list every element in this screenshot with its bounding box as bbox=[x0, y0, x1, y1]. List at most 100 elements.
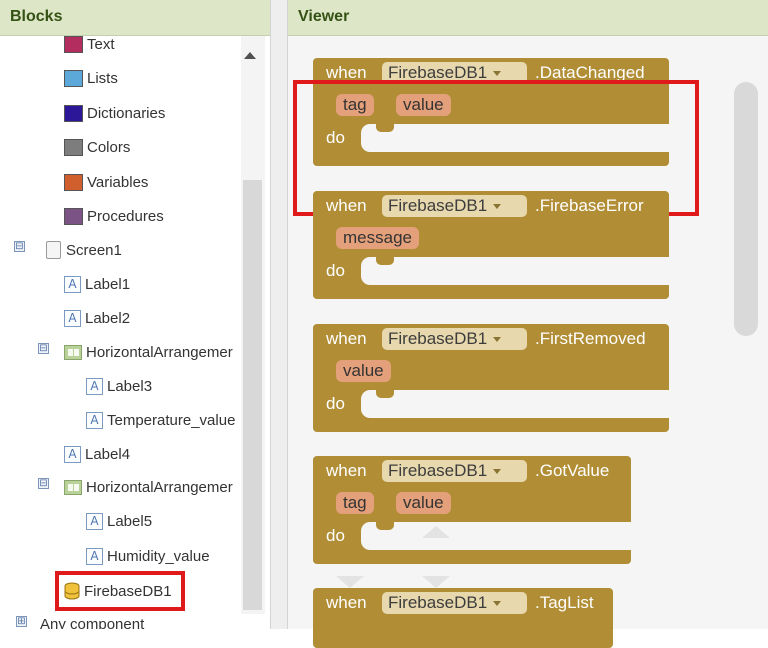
horizontal-arrangement-icon bbox=[64, 479, 82, 495]
blocks-workspace[interactable]: when FirebaseDB1 .DataChanged tag value … bbox=[288, 36, 768, 648]
procedures-color-swatch-icon bbox=[64, 207, 83, 225]
event-name: .GotValue bbox=[535, 461, 610, 480]
when-keyword: when bbox=[326, 593, 367, 612]
tree-item-label: Label5 bbox=[107, 512, 153, 530]
drawer-label: Text bbox=[87, 36, 115, 53]
tree-item-label: Label2 bbox=[85, 309, 131, 327]
drawer-variables[interactable]: Variables bbox=[64, 167, 148, 197]
component-name: FirebaseDB1 bbox=[388, 461, 488, 480]
blocks-scrollbar-thumb[interactable] bbox=[243, 180, 262, 610]
tree-item-label: Screen1 bbox=[66, 241, 122, 259]
tree-item-label: Label3 bbox=[107, 377, 153, 395]
dropdown-arrow-icon bbox=[493, 71, 502, 77]
workspace-nav-left-down-icon[interactable] bbox=[336, 576, 364, 588]
drawer-colors[interactable]: Colors bbox=[64, 132, 130, 162]
drawer-dictionaries[interactable]: Dictionaries bbox=[64, 98, 165, 128]
do-keyword: do bbox=[326, 261, 345, 280]
collapse-screen1-toggle[interactable]: ⊟ bbox=[14, 241, 25, 252]
event-name: .TagList bbox=[535, 593, 594, 612]
tree-item-temperature-value[interactable]: A Temperature_value bbox=[86, 405, 235, 435]
component-name: FirebaseDB1 bbox=[388, 329, 488, 348]
tree-item-label1[interactable]: A Label1 bbox=[64, 269, 130, 299]
event-name: .FirebaseError bbox=[535, 196, 644, 215]
tree-item-label4[interactable]: A Label4 bbox=[64, 439, 130, 469]
tree-item-label: Any component bbox=[40, 615, 145, 630]
component-dropdown[interactable]: FirebaseDB1 bbox=[382, 460, 527, 482]
drawer-text[interactable]: Text bbox=[64, 36, 115, 59]
do-statement-slot[interactable] bbox=[361, 257, 669, 285]
firstremoved-event-block[interactable]: when FirebaseDB1 .FirstRemoved value do bbox=[313, 324, 669, 432]
tree-item-horizontal-arrangement1[interactable]: HorizontalArrangemer bbox=[64, 337, 233, 367]
firebasedb1-highlight-box bbox=[55, 571, 185, 611]
workspace-nav-up-icon[interactable] bbox=[422, 526, 450, 538]
tree-item-screen1[interactable]: Screen1 bbox=[46, 235, 122, 265]
component-name: FirebaseDB1 bbox=[388, 196, 488, 215]
lists-color-swatch-icon bbox=[64, 69, 83, 87]
blocks-panel-title: Blocks bbox=[0, 0, 270, 36]
drawer-label: Colors bbox=[87, 138, 131, 156]
viewer-panel-title: Viewer bbox=[288, 0, 768, 36]
colors-color-swatch-icon bbox=[64, 138, 83, 156]
tree-item-label: HorizontalArrangemer bbox=[86, 478, 233, 496]
collapse-arrangement2-toggle[interactable]: ⊟ bbox=[38, 478, 49, 489]
dropdown-arrow-icon bbox=[493, 469, 502, 475]
tree-item-label5[interactable]: A Label5 bbox=[86, 506, 152, 536]
tree-item-any-component[interactable]: Any component bbox=[40, 609, 145, 630]
screen-icon bbox=[46, 241, 61, 259]
slot-notch bbox=[376, 257, 394, 265]
tree-item-label3[interactable]: A Label3 bbox=[86, 371, 152, 401]
label-component-icon: A bbox=[86, 411, 103, 429]
component-dropdown[interactable]: FirebaseDB1 bbox=[382, 592, 527, 614]
label-component-icon: A bbox=[86, 512, 103, 530]
label-component-icon: A bbox=[64, 445, 81, 463]
when-keyword: when bbox=[326, 329, 367, 348]
dropdown-arrow-icon bbox=[493, 204, 502, 210]
slot-notch bbox=[376, 390, 394, 398]
tree-item-humidity-value[interactable]: A Humidity_value bbox=[86, 541, 210, 571]
label-component-icon: A bbox=[64, 275, 81, 293]
viewer-panel: Viewer when FirebaseDB1 .DataChanged tag… bbox=[288, 0, 768, 648]
workspace-nav-down-icon[interactable] bbox=[422, 576, 450, 588]
drawer-procedures[interactable]: Procedures bbox=[64, 201, 164, 231]
tree-item-label: Label4 bbox=[85, 445, 131, 463]
do-keyword: do bbox=[326, 394, 345, 413]
component-dropdown[interactable]: FirebaseDB1 bbox=[382, 328, 527, 350]
drawer-label: Variables bbox=[87, 173, 149, 191]
firebaseerror-event-block[interactable]: when FirebaseDB1 .FirebaseError message … bbox=[313, 191, 669, 299]
event-name: .FirstRemoved bbox=[535, 329, 646, 348]
drawer-label: Procedures bbox=[87, 207, 164, 225]
tree-item-label: HorizontalArrangemer bbox=[86, 343, 233, 361]
label-component-icon: A bbox=[64, 309, 81, 327]
scroll-up-arrow-icon[interactable] bbox=[244, 52, 256, 59]
dictionaries-color-swatch-icon bbox=[64, 104, 83, 122]
collapse-arrangement1-toggle[interactable]: ⊟ bbox=[38, 343, 49, 354]
dropdown-arrow-icon bbox=[493, 601, 502, 607]
blocks-panel: Blocks Text Lists Dictionaries Colors Va… bbox=[0, 0, 270, 629]
when-keyword: when bbox=[326, 196, 367, 215]
panel-divider[interactable] bbox=[270, 0, 288, 629]
component-name: FirebaseDB1 bbox=[388, 593, 488, 612]
label-component-icon: A bbox=[86, 377, 103, 395]
gotvalue-event-block[interactable]: when FirebaseDB1 .GotValue tag value do bbox=[313, 456, 631, 564]
param-message[interactable]: message bbox=[336, 227, 419, 249]
param-value[interactable]: value bbox=[336, 360, 391, 382]
expand-any-component-toggle[interactable]: ⊞ bbox=[16, 616, 27, 627]
text-color-swatch-icon bbox=[64, 36, 83, 53]
component-dropdown[interactable]: FirebaseDB1 bbox=[382, 195, 527, 217]
variables-color-swatch-icon bbox=[64, 173, 83, 191]
param-value[interactable]: value bbox=[396, 492, 451, 514]
do-statement-slot[interactable] bbox=[361, 522, 631, 550]
label-component-icon: A bbox=[86, 547, 103, 565]
do-keyword: do bbox=[326, 526, 345, 545]
workspace-scrollbar[interactable] bbox=[734, 82, 758, 336]
blocks-tree: Text Lists Dictionaries Colors Variables… bbox=[0, 36, 240, 629]
tree-item-label: Label1 bbox=[85, 275, 131, 293]
when-keyword: when bbox=[326, 461, 367, 480]
param-tag[interactable]: tag bbox=[336, 492, 374, 514]
horizontal-arrangement-icon bbox=[64, 344, 82, 360]
taglist-event-block[interactable]: when FirebaseDB1 .TagList bbox=[313, 588, 613, 648]
tree-item-horizontal-arrangement2[interactable]: HorizontalArrangemer bbox=[64, 472, 233, 502]
do-statement-slot[interactable] bbox=[361, 390, 669, 418]
tree-item-label2[interactable]: A Label2 bbox=[64, 303, 130, 333]
drawer-lists[interactable]: Lists bbox=[64, 63, 118, 93]
